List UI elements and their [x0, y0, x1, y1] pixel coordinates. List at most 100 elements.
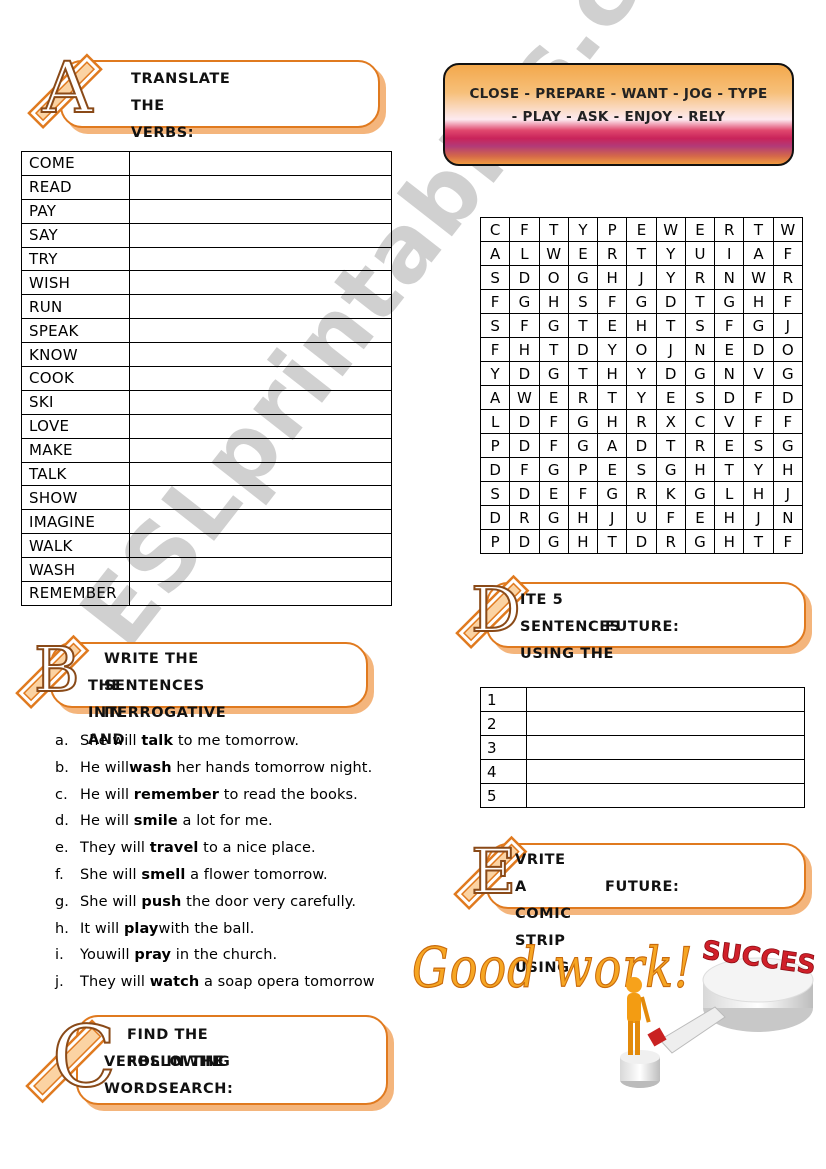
wordsearch-cell[interactable]: H	[714, 505, 745, 530]
wordsearch-cell[interactable]: N	[684, 337, 716, 362]
wordsearch-cell[interactable]: N	[714, 361, 745, 386]
wordsearch-cell[interactable]: N	[772, 505, 804, 530]
wordsearch-cell[interactable]: H	[509, 337, 540, 362]
wordsearch-cell[interactable]: Y	[743, 457, 774, 482]
wordsearch-cell[interactable]: K	[655, 481, 686, 506]
wordsearch-cell[interactable]: P	[479, 433, 511, 458]
answer-cell[interactable]	[526, 687, 805, 712]
wordsearch-cell[interactable]: P	[479, 529, 511, 554]
wordsearch-cell[interactable]: R	[567, 385, 599, 410]
wordsearch-cell[interactable]: V	[743, 361, 774, 386]
wordsearch-cell[interactable]: D	[714, 385, 745, 410]
wordsearch-cell[interactable]: F	[597, 289, 628, 314]
wordsearch-cell[interactable]: F	[479, 337, 511, 362]
wordsearch-cell[interactable]: G	[567, 265, 599, 290]
wordsearch-cell[interactable]: Y	[655, 241, 686, 266]
wordsearch-cell[interactable]: F	[509, 217, 540, 242]
wordsearch-cell[interactable]: E	[597, 457, 628, 482]
wordsearch-cell[interactable]: E	[655, 385, 686, 410]
wordsearch-cell[interactable]: E	[684, 505, 716, 530]
wordsearch-cell[interactable]: D	[626, 529, 657, 554]
wordsearch-cell[interactable]: F	[772, 241, 804, 266]
wordsearch-cell[interactable]: C	[479, 217, 511, 242]
wordsearch-cell[interactable]: G	[538, 361, 569, 386]
wordsearch-cell[interactable]: D	[509, 265, 540, 290]
wordsearch-cell[interactable]: D	[567, 337, 599, 362]
wordsearch-cell[interactable]: G	[538, 313, 569, 338]
wordsearch-cell[interactable]: G	[538, 529, 569, 554]
wordsearch-cell[interactable]: D	[509, 481, 540, 506]
wordsearch-cell[interactable]: Y	[597, 337, 628, 362]
wordsearch-cell[interactable]: S	[479, 265, 511, 290]
wordsearch-cell[interactable]: X	[655, 409, 686, 434]
wordsearch-cell[interactable]: L	[714, 481, 745, 506]
wordsearch-cell[interactable]: F	[772, 529, 804, 554]
wordsearch-cell[interactable]: J	[597, 505, 628, 530]
wordsearch-cell[interactable]: J	[743, 505, 774, 530]
wordsearch-cell[interactable]: T	[684, 289, 716, 314]
wordsearch-cell[interactable]: G	[597, 481, 628, 506]
wordsearch-cell[interactable]: E	[684, 217, 716, 242]
wordsearch-cell[interactable]: F	[479, 289, 511, 314]
wordsearch-cell[interactable]: F	[743, 385, 774, 410]
wordsearch-cell[interactable]: H	[567, 505, 599, 530]
wordsearch-cell[interactable]: F	[538, 433, 569, 458]
wordsearch-cell[interactable]: Y	[479, 361, 511, 386]
wordsearch-cell[interactable]: H	[597, 361, 628, 386]
wordsearch-cell[interactable]: A	[479, 385, 511, 410]
translation-cell[interactable]	[129, 151, 392, 176]
translation-cell[interactable]	[129, 246, 392, 272]
wordsearch-cell[interactable]: A	[597, 433, 628, 458]
wordsearch-cell[interactable]: D	[655, 361, 686, 386]
wordsearch-cell[interactable]: G	[684, 361, 716, 386]
wordsearch-cell[interactable]: F	[538, 409, 569, 434]
wordsearch-cell[interactable]: T	[714, 457, 745, 482]
wordsearch-cell[interactable]: J	[655, 337, 686, 362]
wordsearch-cell[interactable]: T	[655, 313, 686, 338]
wordsearch-cell[interactable]: S	[567, 289, 599, 314]
wordsearch-cell[interactable]: F	[567, 481, 599, 506]
wordsearch-cell[interactable]: P	[597, 217, 628, 242]
wordsearch-cell[interactable]: R	[626, 409, 657, 434]
translation-cell[interactable]	[129, 461, 392, 487]
translation-cell[interactable]	[129, 557, 392, 583]
wordsearch-cell[interactable]: F	[714, 313, 745, 338]
wordsearch-cell[interactable]: U	[626, 505, 657, 530]
wordsearch-cell[interactable]: S	[479, 481, 511, 506]
wordsearch-cell[interactable]: Y	[655, 265, 686, 290]
wordsearch-cell[interactable]: W	[538, 241, 569, 266]
wordsearch-cell[interactable]: E	[714, 433, 745, 458]
wordsearch-cell[interactable]: H	[743, 481, 774, 506]
wordsearch-cell[interactable]: A	[479, 241, 511, 266]
answer-cell[interactable]	[526, 759, 805, 784]
answer-cell[interactable]	[526, 711, 805, 736]
translation-cell[interactable]	[129, 437, 392, 463]
wordsearch-cell[interactable]: U	[684, 241, 716, 266]
wordsearch-cell[interactable]: N	[714, 265, 745, 290]
wordsearch-cell[interactable]: C	[684, 409, 716, 434]
translation-cell[interactable]	[129, 318, 392, 344]
wordsearch-cell[interactable]: J	[772, 481, 804, 506]
translation-cell[interactable]	[129, 533, 392, 559]
translation-cell[interactable]	[129, 342, 392, 368]
wordsearch-cell[interactable]: S	[684, 385, 716, 410]
wordsearch-cell[interactable]: G	[772, 361, 804, 386]
wordsearch-cell[interactable]: R	[597, 241, 628, 266]
wordsearch-cell[interactable]: P	[567, 457, 599, 482]
wordsearch-cell[interactable]: D	[479, 457, 511, 482]
wordsearch-cell[interactable]: T	[743, 217, 774, 242]
wordsearch-cell[interactable]: R	[655, 529, 686, 554]
wordsearch-cell[interactable]: O	[772, 337, 804, 362]
wordsearch-cell[interactable]: D	[655, 289, 686, 314]
wordsearch-cell[interactable]: T	[567, 313, 599, 338]
wordsearch-cell[interactable]: H	[597, 265, 628, 290]
wordsearch-cell[interactable]: J	[772, 313, 804, 338]
wordsearch-cell[interactable]: T	[538, 337, 569, 362]
wordsearch-cell[interactable]: W	[655, 217, 686, 242]
wordsearch-cell[interactable]: R	[684, 433, 716, 458]
wordsearch-cell[interactable]: F	[509, 313, 540, 338]
translation-cell[interactable]	[129, 485, 392, 511]
wordsearch-cell[interactable]: A	[743, 241, 774, 266]
wordsearch-cell[interactable]: G	[509, 289, 540, 314]
wordsearch-cell[interactable]: D	[626, 433, 657, 458]
